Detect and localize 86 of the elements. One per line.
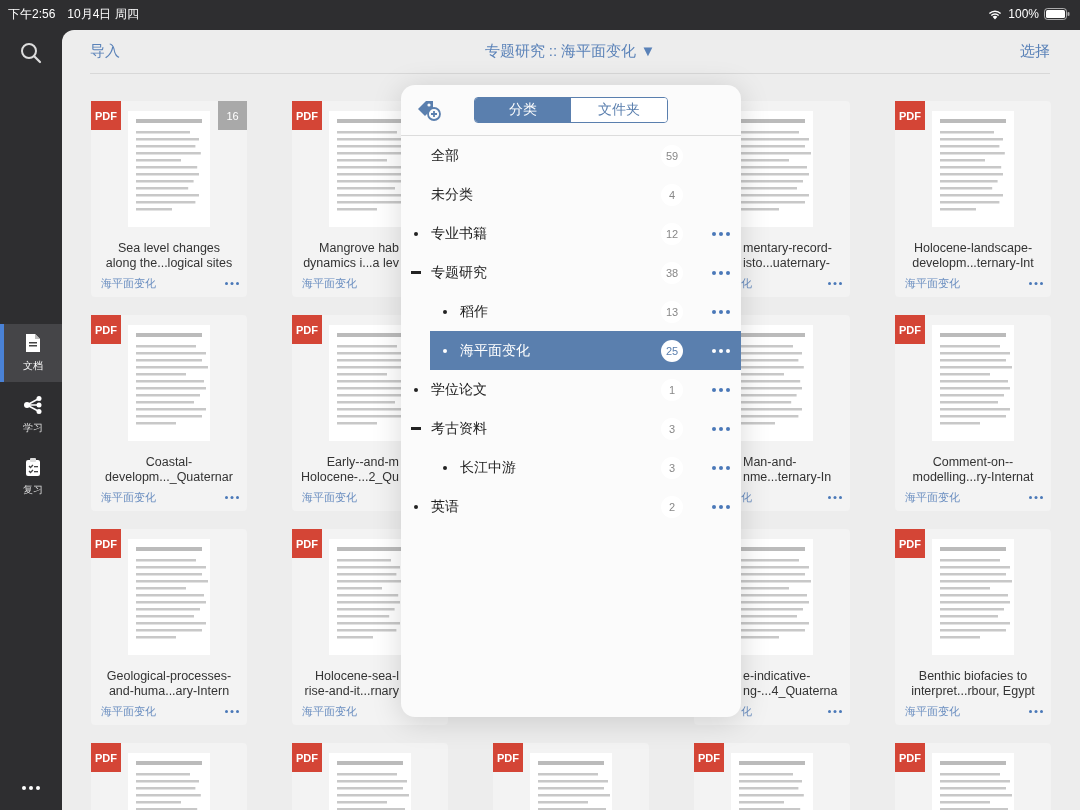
search-button[interactable] [18, 40, 44, 66]
category-tag: 化 [741, 276, 752, 291]
status-time: 下午2:56 [8, 5, 56, 23]
document-card[interactable]: PDF Comment-on-- modelling...ry-Internat 海平面变化 [895, 315, 1051, 511]
segment-tab[interactable]: 文件夹 [571, 98, 667, 122]
document-title: Holocene-landscape- developm...ternary-Int [911, 241, 1035, 271]
category-tag: 海平面变化 [302, 704, 357, 719]
item-count: 3 [661, 456, 683, 479]
category-label: 海平面变化 [460, 341, 531, 360]
document-card[interactable]: PDF Benthic biofacies to interpret...rbour, Egypt 海平面变化 [895, 529, 1051, 725]
document-icon [25, 333, 41, 353]
document-title: Mangrove hab dynamics i...a lev [302, 241, 399, 271]
category-tag: 海平面变化 [905, 704, 960, 719]
share-nodes-icon [23, 395, 43, 415]
item-count: 25 [661, 339, 683, 362]
document-title: Sea level changes along the...logical sites [104, 241, 234, 271]
category-tag: 海平面变化 [302, 490, 357, 505]
category-tag: 海平面变化 [905, 276, 960, 291]
file-type-badge: PDF [694, 743, 724, 772]
category-tag: 海平面变化 [302, 276, 357, 291]
page-count-badge: 16 [218, 101, 247, 130]
file-type-badge: PDF [91, 743, 121, 772]
wifi-icon [987, 8, 1004, 20]
category-tag: 化 [741, 704, 752, 719]
select-button[interactable]: 选择 [1020, 42, 1050, 61]
item-count: 4 [661, 183, 683, 206]
sidebar-label: 文档 [23, 359, 43, 373]
document-card[interactable]: PDF 16 Sea level changes along the...logical sites 海平面变化 [91, 101, 247, 297]
file-type-badge: PDF [292, 529, 322, 558]
sidebar-item[interactable]: 复习 [0, 448, 62, 506]
sidebar-item[interactable]: 文档 [0, 324, 62, 382]
more-icon[interactable] [20, 784, 42, 792]
item-count: 1 [661, 378, 683, 401]
file-type-badge: PDF [91, 315, 121, 344]
file-type-badge: PDF [895, 529, 925, 558]
file-type-badge: PDF [895, 315, 925, 344]
item-count: 3 [661, 417, 683, 440]
category-tag: 海平面变化 [101, 490, 156, 505]
file-type-badge: PDF [895, 101, 925, 130]
import-button[interactable]: 导入 [90, 42, 120, 61]
category-tag: 海平面变化 [101, 704, 156, 719]
status-date: 10月4日 周四 [67, 5, 139, 23]
document-card[interactable]: PDF [895, 743, 1051, 810]
add-tag-icon[interactable] [416, 99, 442, 121]
file-type-badge: PDF [292, 743, 322, 772]
clipboard-icon [25, 457, 41, 477]
document-title: Man-and- nme...ternary-In [743, 455, 833, 485]
battery-icon [1044, 8, 1070, 20]
file-type-badge: PDF [895, 743, 925, 772]
item-count: 12 [661, 222, 683, 245]
item-count: 59 [661, 144, 683, 167]
document-card[interactable]: PDF [694, 743, 850, 810]
collection-dropdown[interactable]: 专题研究 :: 海平面变化 ▼ [484, 42, 656, 61]
category-item[interactable]: 海平面变化 25 [430, 331, 741, 370]
sidebar-label: 学习 [23, 421, 43, 435]
document-title: Holocene-sea-l rise-and-it...rnary [303, 669, 399, 699]
file-type-badge: PDF [91, 529, 121, 558]
document-card[interactable]: PDF [493, 743, 649, 810]
document-card[interactable]: PDF Coastal- developm..._Quaternar 海平面变化 [91, 315, 247, 511]
file-type-badge: PDF [292, 315, 322, 344]
category-tag: 海平面变化 [101, 276, 156, 291]
item-count: 13 [661, 300, 683, 323]
document-card[interactable]: PDF Geological-processes- and-huma...ary-Intern 海平面变化 [91, 529, 247, 725]
document-title: Coastal- developm..._Quaternar [104, 455, 234, 485]
category-tag: 海平面变化 [905, 490, 960, 505]
file-type-badge: PDF [493, 743, 523, 772]
file-type-badge: PDF [292, 101, 322, 130]
category-label: 稻作 [460, 302, 489, 321]
sidebar-item[interactable]: 学习 [0, 386, 62, 444]
item-count: 2 [661, 495, 683, 518]
document-title: Early--and-m Holocene-...2_Qu [300, 455, 399, 485]
document-title: mentary-record- isto...uaternary- [743, 241, 833, 271]
category-label: 长江中游 [460, 458, 517, 477]
item-count: 38 [661, 261, 683, 284]
document-card[interactable]: PDF [292, 743, 448, 810]
document-title: e-indicative- ng-...4_Quaterna [743, 669, 839, 699]
document-title: Geological-processes- and-huma...ary-Intern [105, 669, 233, 699]
document-title: Comment-on-- modelling...ry-Internat [911, 455, 1035, 485]
document-card[interactable]: PDF [91, 743, 247, 810]
category-tag: 化 [741, 490, 752, 505]
file-type-badge: PDF [91, 101, 121, 130]
sidebar-label: 复习 [23, 483, 43, 497]
document-title: Benthic biofacies to interpret...rbour, Egypt [910, 669, 1036, 699]
document-card[interactable]: PDF Holocene-landscape- developm...ternary-Int 海平面变化 [895, 101, 1051, 297]
segment-tab[interactable]: 分类 [475, 98, 571, 122]
battery-level: 100% [1008, 7, 1039, 21]
